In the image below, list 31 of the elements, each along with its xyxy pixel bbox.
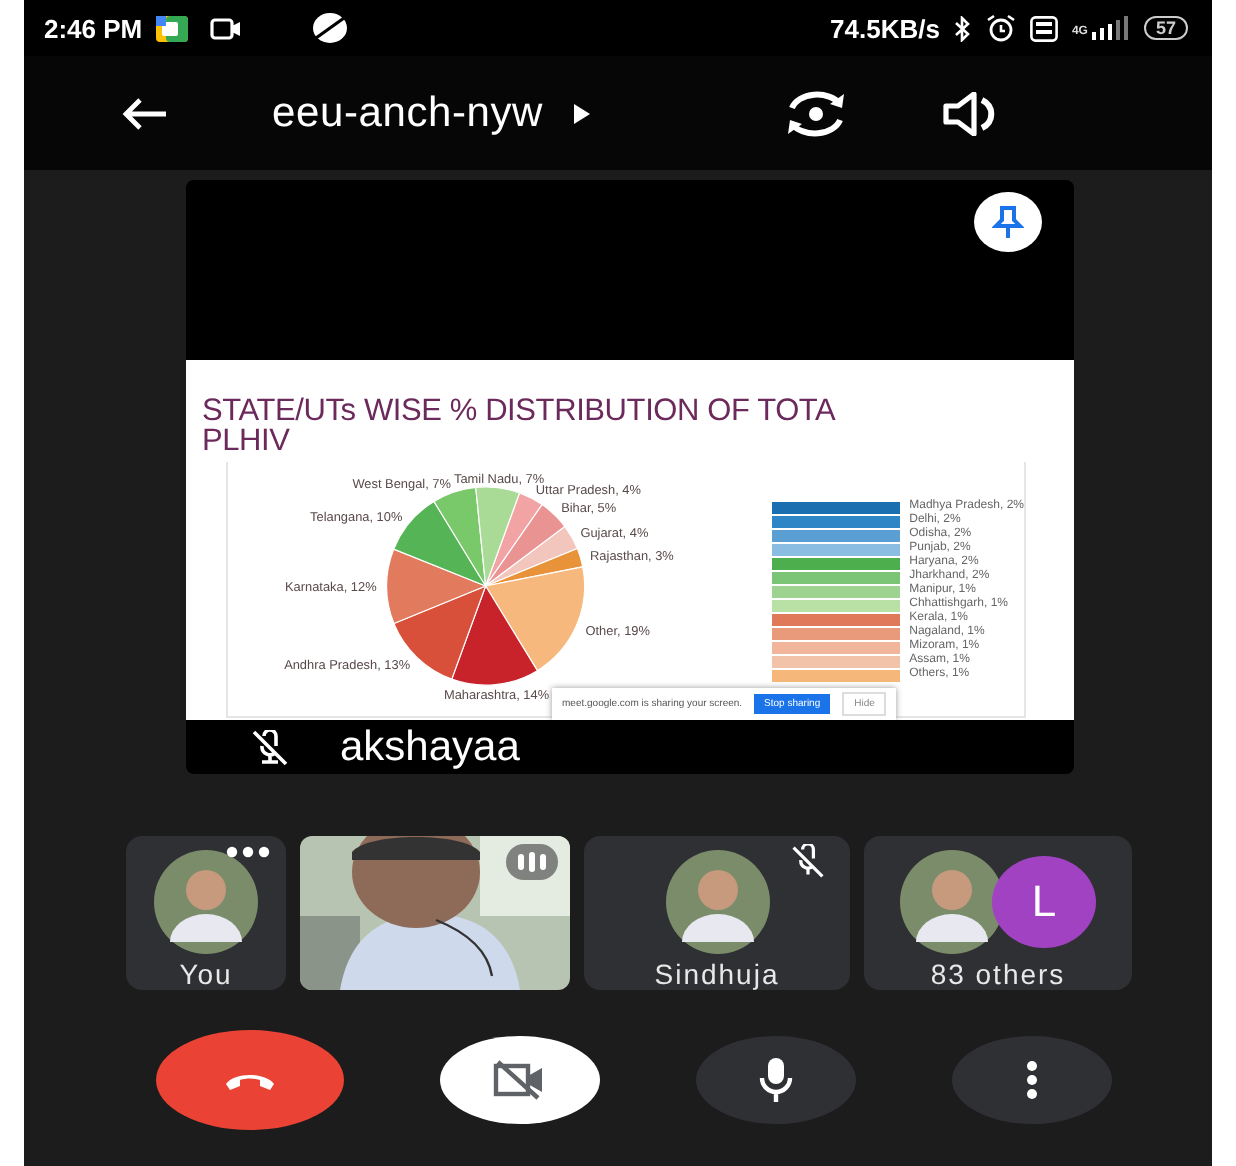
avatar-badge: L [992,855,1096,947]
battery-indicator: 57 [1143,16,1188,40]
presenter-name: akshayaa [340,723,520,771]
camera-off-icon [492,1058,548,1102]
bluetooth-icon [953,15,972,41]
participant-tile[interactable]: You [126,836,286,990]
pin-icon [992,204,1024,240]
participant-tile[interactable]: Sindhuja [584,836,850,990]
slide-title: PLHIV [202,426,292,456]
alarm-icon [985,14,1016,42]
video-icon [210,17,243,39]
caret-icon [571,101,592,125]
network-speed: 74.5KB/s [830,13,940,43]
back-button[interactable] [120,95,168,131]
signal-icon [1089,16,1130,40]
microphone-icon [756,1056,796,1104]
volte-icon [1029,15,1058,41]
pin-button[interactable] [974,192,1042,252]
slide-title: STATE/UTs WISE % DISTRIBUTION OF TOTA [202,396,838,426]
participant-name: 83 others [930,957,1066,989]
participant-name: Sindhuja [654,957,780,989]
participant-tile[interactable]: L 83 others [864,836,1132,990]
avatar [900,849,1004,953]
more-icon [1026,1060,1038,1100]
avatar [154,849,258,953]
clock: 2:46 PM [44,13,143,43]
avatar [665,849,769,953]
meeting-title[interactable]: eeu-anch-nyw [272,89,592,137]
meet-app-icon [156,15,189,41]
participant-name: You [179,957,233,989]
circle-icon [312,12,349,44]
